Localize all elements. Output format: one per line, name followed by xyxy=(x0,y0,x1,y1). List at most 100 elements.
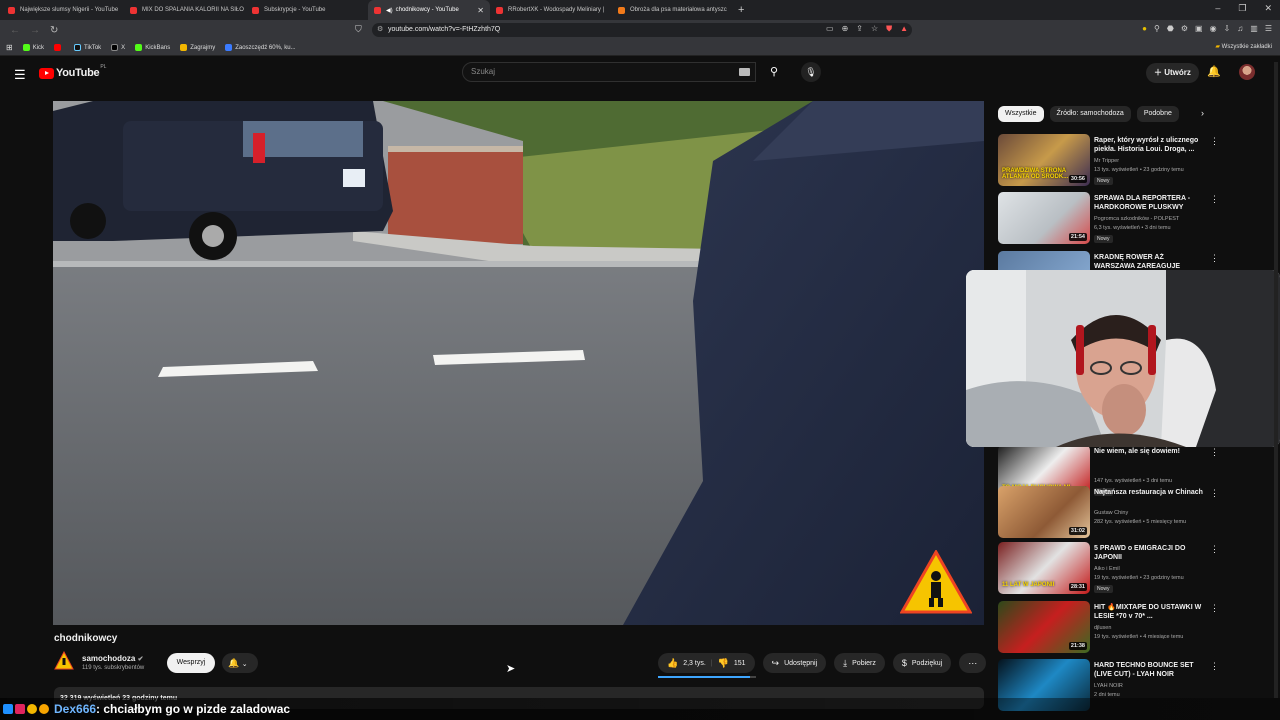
create-button[interactable]: ＋ Utwórz xyxy=(1146,63,1199,83)
more-options-icon[interactable]: ⋮ xyxy=(1210,253,1219,264)
more-options-icon[interactable]: ⋮ xyxy=(1210,661,1219,672)
recommended-video[interactable]: 21:38 HIT 🔥MIXTAPE DO USTAWKI W LESIE *70… xyxy=(998,601,1219,655)
like-button[interactable]: 👍 2,3 tys. | 👎 151 xyxy=(658,653,755,673)
bookmark-x[interactable]: X xyxy=(111,44,125,51)
browser-tab[interactable]: Obroża dla psa materiałowa antyszc xyxy=(612,0,734,20)
download-button[interactable]: ⤓ Pobierz xyxy=(834,653,885,673)
video-thumbnail[interactable]: 11 LAT W JAPONII 28:31 xyxy=(998,542,1090,594)
recommended-channel[interactable]: LYAH NOIR xyxy=(1094,683,1123,689)
bookmark-icon[interactable]: ⛉ xyxy=(355,24,362,35)
browser-tab[interactable]: RRobertXK - Wodospady Meliniary | xyxy=(490,0,612,20)
recommended-video[interactable]: 11 LAT W JAPONII 28:31 5 PRAWD o EMIGRACJI… xyxy=(998,542,1219,596)
maximize-icon[interactable]: ❐ xyxy=(1238,3,1246,14)
extension-icon[interactable]: ● xyxy=(1142,24,1147,33)
page-scrollbar[interactable] xyxy=(1274,62,1278,698)
video-thumbnail[interactable]: PRAWDZIWA STRONA ATLANTA OD ŚRODK... 30:5… xyxy=(998,134,1090,186)
share-button[interactable]: ↪ Udostępnij xyxy=(762,653,827,673)
microphone-icon[interactable]: 🎙 xyxy=(801,62,821,82)
recommended-channel[interactable]: Aiko i Emil xyxy=(1094,566,1120,572)
site-info-icon[interactable]: ⚙ xyxy=(377,23,383,37)
bookmark-tiktok[interactable]: TikTok xyxy=(74,44,101,51)
video-thumbnail[interactable]: 21:38 xyxy=(998,601,1090,653)
recommended-video-title[interactable]: Nie wiem, ale się dowiem! xyxy=(1094,447,1204,456)
extension-icon[interactable]: ⚙ xyxy=(1181,24,1188,33)
chevron-right-icon[interactable]: › xyxy=(1201,108,1204,118)
browser-tab[interactable]: Największe slumsy Nigerii - YouTube xyxy=(2,0,124,20)
reload-icon[interactable]: ↻ xyxy=(50,25,58,36)
recommended-video-title[interactable]: HARD TECHNO BOUNCE SET (LIVE CUT) - LYAH… xyxy=(1094,661,1204,679)
more-options-icon[interactable]: ⋮ xyxy=(1210,447,1219,458)
menu-icon[interactable]: ☰ xyxy=(14,67,26,83)
notifications-icon[interactable]: 🔔 xyxy=(1207,65,1221,78)
recommended-channel[interactable]: Gustaw Chiny xyxy=(1094,510,1128,516)
new-tab-button[interactable]: + xyxy=(738,4,744,16)
support-button[interactable]: Wesprzyj xyxy=(167,653,215,673)
plus-icon: ＋ xyxy=(1154,68,1165,77)
keyboard-icon[interactable] xyxy=(739,68,750,76)
recommended-video-title[interactable]: Najtańsza restauracja w Chinach xyxy=(1094,488,1204,497)
downloads-icon[interactable]: ⇩ xyxy=(1224,24,1231,33)
recommended-channel[interactable]: Mr Tripper xyxy=(1094,158,1119,164)
profile-icon[interactable]: ◉ xyxy=(1210,24,1217,33)
more-actions-button[interactable]: ⋯ xyxy=(959,653,987,673)
avatar[interactable] xyxy=(1239,64,1255,80)
more-options-icon[interactable]: ⋮ xyxy=(1210,194,1219,205)
zoom-icon[interactable]: ⊕ xyxy=(842,24,849,34)
star-icon[interactable]: ☆ xyxy=(871,24,878,34)
recommended-video-title[interactable]: SPRAWA DLA REPORTERA - HARDKOROWE PLUSKW… xyxy=(1094,194,1204,212)
bookmark-zagrajmy[interactable]: Zagrajmy xyxy=(180,44,215,51)
more-options-icon[interactable]: ⋮ xyxy=(1210,136,1219,147)
recommended-channel[interactable]: djlusen xyxy=(1094,625,1111,631)
playlist-icon[interactable]: ♫ xyxy=(1237,24,1243,33)
back-icon[interactable]: ← xyxy=(10,25,20,36)
channel-avatar[interactable] xyxy=(54,651,74,671)
video-player[interactable] xyxy=(53,101,984,625)
bookmark-label: Zagrajmy xyxy=(190,44,216,51)
extension-icon[interactable]: ⚲ xyxy=(1154,24,1160,33)
video-duration: 21:54 xyxy=(1068,233,1087,241)
more-options-icon[interactable]: ⋮ xyxy=(1210,488,1219,499)
extension-icon[interactable]: ▣ xyxy=(1195,24,1203,33)
sidebar-icon[interactable]: ▥ xyxy=(1250,24,1258,33)
recommended-video[interactable]: 21:54 SPRAWA DLA REPORTERA - HARDKOROWE P… xyxy=(998,192,1219,246)
subscription-bell-button[interactable]: 🔔 ⌄ xyxy=(222,653,258,673)
search-input[interactable]: Szukaj xyxy=(462,62,756,82)
more-options-icon[interactable]: ⋮ xyxy=(1210,603,1219,614)
cast-icon[interactable]: ▭ xyxy=(826,24,834,34)
search-icon[interactable]: ⚲ xyxy=(760,62,788,82)
recommended-video[interactable]: PRAWDZIWA STRONA ATLANTA OD ŚRODK... 30:5… xyxy=(998,134,1219,188)
close-tab-icon[interactable]: ✕ xyxy=(477,6,484,15)
more-options-icon[interactable]: ⋮ xyxy=(1210,544,1219,555)
share-icon[interactable]: ⇪ xyxy=(856,24,863,34)
bookmark-deal[interactable]: Zaoszczędź 60%, ku... xyxy=(225,44,296,51)
shield-icon[interactable]: ⛊ xyxy=(886,24,892,34)
recommended-video[interactable]: 31:02 Najtańsza restauracja w Chinach Gust… xyxy=(998,486,1219,540)
recommended-video-title[interactable]: HIT 🔥MIXTAPE DO USTAWKI W LESIE *70 v 70… xyxy=(1094,603,1204,621)
extension-icon[interactable]: ⬣ xyxy=(1167,24,1174,33)
close-window-icon[interactable]: ✕ xyxy=(1264,3,1272,14)
recommended-video-title[interactable]: 5 PRAWD o EMIGRACJI DO JAPONII xyxy=(1094,544,1204,562)
browser-tab[interactable]: Subskrypcje - YouTube xyxy=(246,0,368,20)
video-thumbnail[interactable]: 21:54 xyxy=(998,192,1090,244)
browser-tab[interactable]: MIX DO SPALANIA KALORII NA SIŁO xyxy=(124,0,246,20)
alert-icon[interactable]: ▲ xyxy=(900,24,908,34)
bookmark-kickbans[interactable]: KickBans xyxy=(135,44,170,51)
all-bookmarks[interactable]: ▰ Wszystkie zakładki xyxy=(1215,43,1272,50)
bookmark-youtube[interactable] xyxy=(54,44,64,51)
chip-similar[interactable]: Podobne xyxy=(1136,106,1179,122)
recommended-channel[interactable]: Pogromca szkodników - POLPEST xyxy=(1094,216,1179,222)
recommended-video-title[interactable]: Raper, który wyrósł z ulicznego piekła. … xyxy=(1094,136,1204,154)
recommended-video-title[interactable]: KRADNĘ ROWER AŻ WARSZAWA ZAREAGUJE xyxy=(1094,253,1204,271)
menu-icon[interactable]: ☰ xyxy=(1265,24,1272,33)
bookmark-kick[interactable]: Kick xyxy=(22,44,44,51)
thanks-button[interactable]: $ Podziękuj xyxy=(892,653,952,673)
video-thumbnail[interactable]: 31:02 xyxy=(998,486,1090,538)
channel-name[interactable]: samochodoza ✔ xyxy=(82,654,143,663)
youtube-logo[interactable]: YouTube PL xyxy=(39,64,106,79)
chip-all[interactable]: Wszystkie xyxy=(998,106,1044,122)
forward-icon[interactable]: → xyxy=(30,25,40,36)
apps-icon[interactable]: ⊞ xyxy=(6,43,13,52)
browser-tab-active[interactable]: ◀) chodnikowcy - YouTube ✕ xyxy=(368,0,490,20)
chip-source[interactable]: Źródło: samochodoza xyxy=(1049,106,1131,122)
minimize-icon[interactable]: – xyxy=(1215,3,1220,14)
